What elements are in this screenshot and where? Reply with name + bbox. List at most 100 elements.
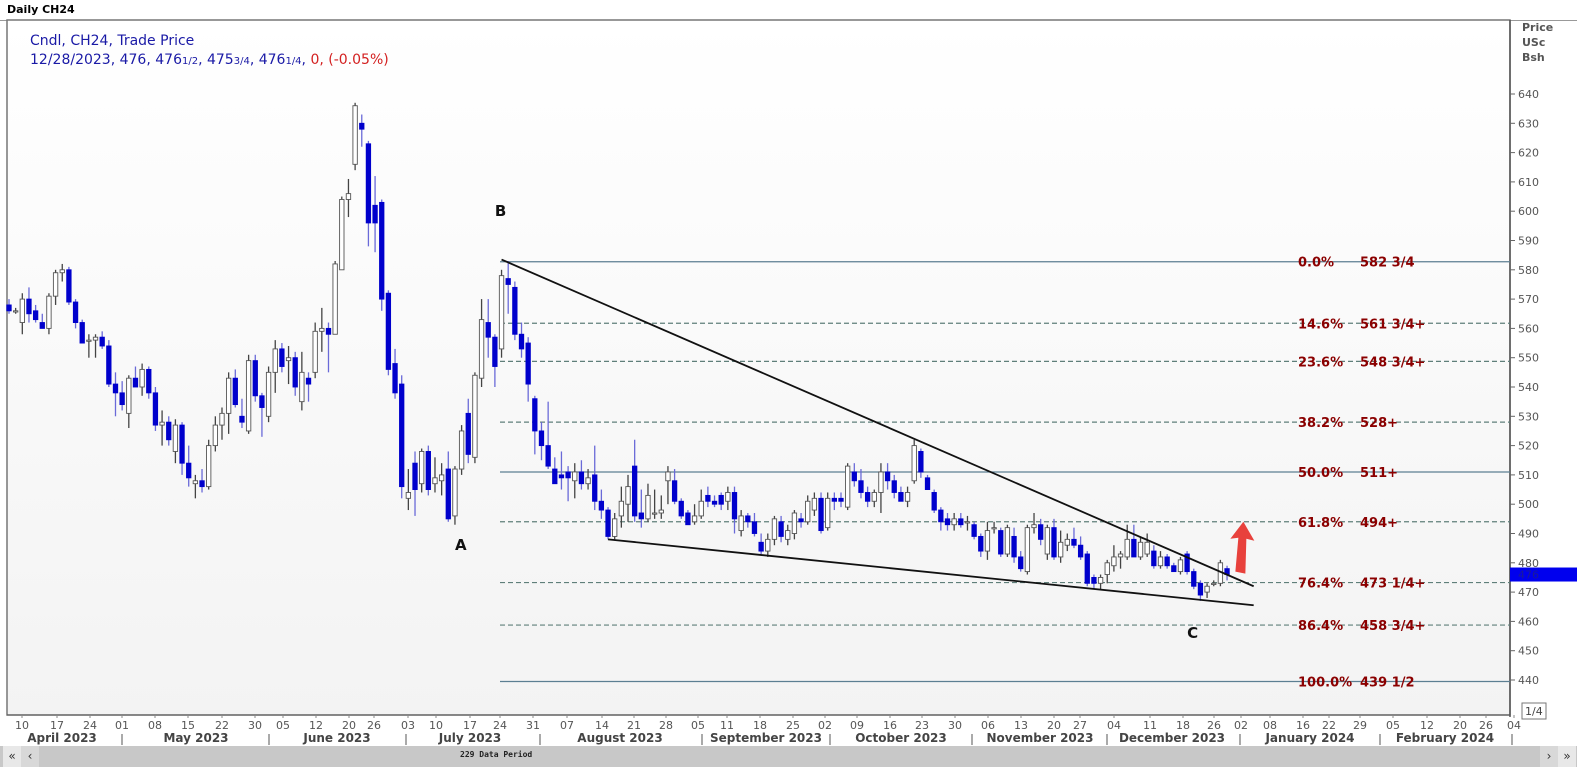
candle-body (285, 357, 292, 362)
candle-body (465, 412, 471, 455)
candle-body (1211, 582, 1217, 585)
candle-body (1097, 577, 1104, 584)
candle-body (984, 530, 991, 552)
candle-body (645, 494, 651, 520)
candle-body (166, 421, 172, 441)
candle-body (1004, 527, 1011, 555)
scroll-last-button[interactable]: » (1558, 746, 1576, 767)
candle (458, 425, 465, 475)
candle-body (685, 512, 691, 526)
candle-body (438, 474, 445, 482)
wave-label-b: B (495, 202, 506, 220)
candle (352, 102, 358, 171)
candle-body (1011, 535, 1017, 558)
y-tick-label: 490 (1518, 528, 1539, 541)
candle-body (1144, 541, 1150, 555)
x-tick-label: 05 (276, 719, 290, 732)
candle-body (126, 377, 132, 414)
x-month-label: January 2024 (1264, 731, 1354, 745)
candle (332, 261, 338, 335)
candle-body (711, 500, 718, 505)
legend-series: Cndl, CH24, Trade Price (30, 33, 195, 49)
y-axis-unit: Bsh (1522, 51, 1545, 64)
x-month-label: November 2023 (987, 731, 1094, 745)
candle-body (1038, 524, 1044, 540)
candle (1184, 551, 1190, 575)
x-tick-label: 31 (526, 719, 540, 732)
candle-body (272, 348, 278, 373)
candle (1084, 551, 1090, 587)
candle-body (538, 430, 545, 447)
candle-body (825, 497, 831, 529)
candle-body (265, 371, 272, 417)
candle-body (492, 336, 498, 367)
candle (79, 319, 85, 344)
candle-body (518, 333, 525, 350)
price-chart[interactable]: 4404504604704804905005105205305405505605… (0, 0, 1577, 767)
candle-body (365, 143, 372, 224)
fib-level-price: 561 3/4+ (1360, 317, 1425, 332)
scroll-prev-button[interactable]: ‹ (21, 746, 39, 767)
y-tick-label: 580 (1518, 264, 1539, 277)
candle-body (132, 377, 139, 388)
candle-body (1164, 556, 1170, 567)
wave-label-c: C (1187, 624, 1198, 642)
candle-body (658, 509, 664, 514)
candle-body (192, 480, 199, 485)
x-tick-label: 05 (691, 719, 705, 732)
x-month-label: June 2023 (302, 731, 370, 745)
candle-body (931, 492, 937, 511)
x-month-label: December 2023 (1119, 731, 1225, 745)
candle-body (944, 518, 951, 526)
candle-body (498, 275, 505, 350)
candle-body (1124, 538, 1130, 558)
y-tick-label: 590 (1518, 235, 1539, 248)
x-month-label: February 2024 (1396, 731, 1494, 745)
candle-body (179, 424, 185, 464)
y-tick-label: 470 (1518, 586, 1539, 599)
candle-body (1084, 553, 1090, 584)
y-tick-label: 500 (1518, 498, 1539, 511)
candle-body (379, 201, 385, 300)
fib-level-price: 548 3/4+ (1360, 355, 1425, 370)
legend-close: 476 (258, 52, 286, 68)
candle-body (951, 518, 957, 526)
y-tick-label: 610 (1518, 176, 1539, 189)
candle (825, 492, 831, 531)
legend-values: 12/28/2023, 476, 4761/2, 4753/4, 4761/4,… (30, 52, 389, 68)
y-tick-label: 630 (1518, 117, 1539, 130)
candle-body (771, 518, 778, 540)
candle (66, 266, 72, 305)
candle (106, 340, 112, 387)
candle (385, 290, 392, 376)
scroll-next-button[interactable]: › (1540, 746, 1558, 767)
legend-low-frac: 3/4 (233, 56, 250, 67)
x-tick-label: 02 (1234, 719, 1248, 732)
candle-body (638, 512, 644, 520)
candle-body (811, 497, 818, 511)
candle (452, 466, 458, 525)
candle-body (1057, 541, 1064, 558)
x-tick-label: 30 (248, 719, 262, 732)
legend-change: 0, (-0.05%) (310, 52, 389, 68)
candle (818, 492, 824, 534)
candle-body (1151, 550, 1157, 567)
candle-body (1044, 527, 1050, 555)
current-price-label: 476 (1518, 569, 1539, 582)
candle-body (1051, 527, 1057, 558)
candle-body (818, 497, 824, 532)
candle (252, 354, 258, 402)
scrollbar[interactable]: « ‹ 229 Data Period › » (0, 746, 1577, 767)
y-tick-label: 530 (1518, 410, 1539, 423)
x-tick-label: 29 (1353, 719, 1367, 732)
legend-low: 475 (206, 52, 234, 68)
candle-body (691, 515, 698, 523)
candle (206, 439, 212, 490)
scroll-first-button[interactable]: « (3, 746, 21, 767)
candle-body (625, 486, 631, 505)
candle-body (791, 512, 798, 534)
candle-body (858, 480, 864, 493)
candle-body (239, 415, 245, 423)
candle-body (891, 480, 897, 493)
candle-body (918, 451, 924, 473)
